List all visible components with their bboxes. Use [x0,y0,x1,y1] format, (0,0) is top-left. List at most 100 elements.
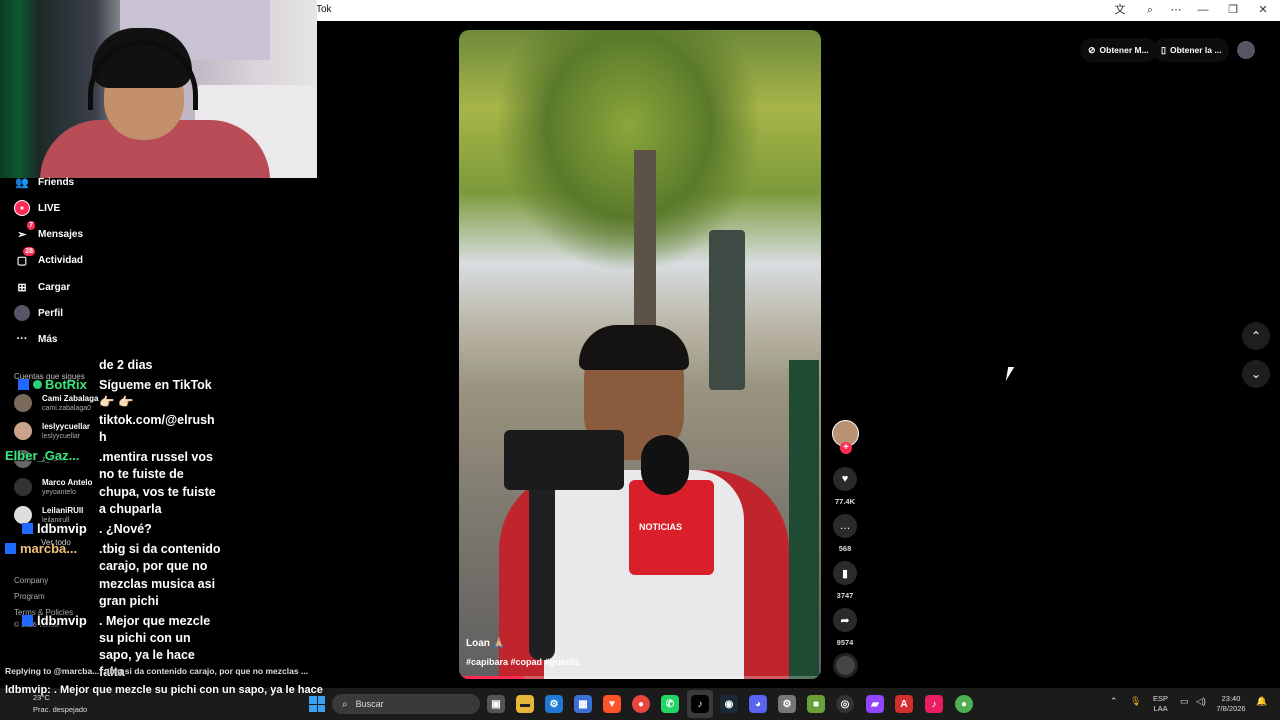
settings-icon[interactable]: ⚙ [545,695,563,713]
gear-app-icon[interactable]: ⚙ [778,695,796,713]
avatar [14,394,32,412]
chat-message-text: .tbig si da contenido [99,542,221,556]
share-icon: ➦ [840,614,850,627]
moderator-badge-icon [22,523,33,534]
sidebar-item-more[interactable]: ··· Más [14,330,58,348]
activity-badge: 28 [23,247,35,256]
brave-browser-icon[interactable]: ▼ [603,695,621,713]
zoom-icon[interactable]: ⌕ [1140,3,1160,18]
share-button[interactable]: ➦ [833,608,857,632]
moderator-badge-icon [5,543,16,554]
tiktok-studio-icon[interactable]: ♪ [925,695,943,713]
footer-link-company[interactable]: Company [14,576,48,585]
sidebar-item-live[interactable]: ● LIVE [14,199,60,217]
user-avatar[interactable] [1237,41,1255,59]
adobe-icon[interactable]: A [895,695,913,713]
chat-message-text: a chuparla [99,502,162,516]
music-disc-icon[interactable] [833,653,858,678]
messages-badge: 7 [27,221,35,230]
profile-icon [14,305,30,321]
get-coins-button[interactable]: ⊘ Obtener M... [1080,38,1157,62]
sidebar-item-profile[interactable]: Perfil [14,304,63,322]
microphone-icon[interactable]: 🎙 [1130,696,1141,707]
sidebar-item-upload[interactable]: ⊞ Cargar [14,278,70,296]
chat-message-text: . ¿Nové? [99,522,152,536]
chat-latest-message: ldbmvip: . Mejor que mezcle su pichi con… [5,684,323,696]
network-icon[interactable]: ▭ [1180,696,1189,707]
window-title: Tok [316,4,332,15]
weather-temp[interactable]: 23°C [33,693,50,702]
sidebar-item-label: LIVE [38,202,61,214]
twitch-icon[interactable]: ▰ [866,695,884,713]
chat-message-text: gran pichi [99,594,159,608]
chat-message-text: su pichi con un [99,631,191,645]
live-icon: ● [14,200,30,216]
followed-account[interactable]: Marco Antelo yeyoantelo [14,476,92,498]
followed-account[interactable]: Cami Zabalaga cami.zabalaga0 [14,392,98,414]
chat-username: ldbmvip [22,613,87,628]
search-icon: ⌕ [342,698,348,710]
volume-icon[interactable]: ◁) [1196,696,1206,707]
chat-message-text: h [99,430,107,444]
video-hashtags[interactable]: #capibara #copad #guerita [466,657,580,667]
chat-message-text: Sígueme en TikTok [99,378,212,392]
comment-icon: … [839,520,851,532]
system-clock[interactable]: 23:40 7/8/2026 [1214,694,1248,714]
close-button[interactable]: ✕ [1253,3,1273,18]
minecraft-icon[interactable]: ■ [807,695,825,713]
chrome-alt-icon[interactable]: ● [955,695,973,713]
sidebar-item-messages[interactable]: ➢ 7 Mensajes [14,221,83,243]
sidebar-item-activity[interactable]: ▢ 28 Actividad [14,247,84,269]
previous-video-button[interactable]: ⌃ [1242,322,1270,350]
chat-username: BotRix [18,377,87,392]
coin-icon: ⊘ [1088,44,1096,55]
more-icon: ··· [16,333,28,345]
bookmark-icon: ▮ [841,567,849,580]
save-button[interactable]: ▮ [833,561,857,585]
chat-message-text: de 2 dias [99,358,153,372]
file-explorer-icon[interactable]: ▬ [516,695,534,713]
tiktok-app-icon[interactable]: ♪ [691,695,709,713]
windows-start-icon[interactable] [309,696,325,712]
task-view-icon[interactable]: ▣ [487,695,505,713]
moderator-badge-icon [22,615,33,626]
maximize-button[interactable]: ❐ [1223,3,1243,18]
sidebar-item-friends[interactable]: 👥 Friends [14,173,74,191]
follow-plus-icon[interactable]: + [840,442,852,454]
next-video-button[interactable]: ⌄ [1242,360,1270,388]
translate-icon[interactable]: 文 [1110,3,1130,18]
tray-overflow-icon[interactable]: ⌃ [1110,696,1118,707]
chat-message-text: carajo, por que no [99,559,208,573]
followed-account[interactable]: leslyycuellar leslyycuellar [14,420,90,442]
input-language[interactable]: ESP LAA [1153,694,1168,714]
video-author[interactable]: Loan 🙏🏼 [466,638,505,649]
steam-icon[interactable]: ◉ [720,695,738,713]
taskbar-search[interactable]: ⌕ Buscar [332,694,480,714]
more-options-icon[interactable]: ⋯ [1166,3,1186,18]
video-progress-bar[interactable] [459,676,821,679]
chat-message-text: sapo, ya le hace [99,648,195,662]
activity-icon: ▢ 28 [16,247,35,267]
chrome-icon[interactable]: ● [632,695,650,713]
get-app-button[interactable]: ▯ Obtener la ... [1153,38,1230,62]
chat-message-text: .mentira russel vos [99,450,213,464]
notification-bell-icon[interactable]: 🔔 [1256,696,1267,707]
avatar [14,422,32,440]
like-button[interactable]: ♥ [833,467,857,491]
discord-icon[interactable]: ◕ [749,695,767,713]
obs-icon[interactable]: ◎ [836,695,854,713]
chat-reply-indicator: Replying to @marcba...: .tbig si da cont… [5,666,309,676]
chat-username: Elber_Gaz... [5,448,80,463]
chevron-up-icon: ⌃ [1250,329,1262,343]
sidebar-item-label: Actividad [38,254,84,266]
chat-username: marcba... [5,541,77,556]
video-player[interactable]: NOTICIAS Loan 🙏🏼 #capibara #copad #gueri… [459,30,821,679]
store-icon[interactable]: ▦ [574,695,592,713]
verified-badge-icon [33,380,42,389]
whatsapp-icon[interactable]: ✆ [661,695,679,713]
minimize-button[interactable]: — [1193,3,1213,18]
sidebar-item-label: Cargar [38,281,71,293]
footer-link-program[interactable]: Program [14,592,45,601]
weather-description[interactable]: Prac. despejado [33,705,87,714]
comment-button[interactable]: … [833,514,857,538]
